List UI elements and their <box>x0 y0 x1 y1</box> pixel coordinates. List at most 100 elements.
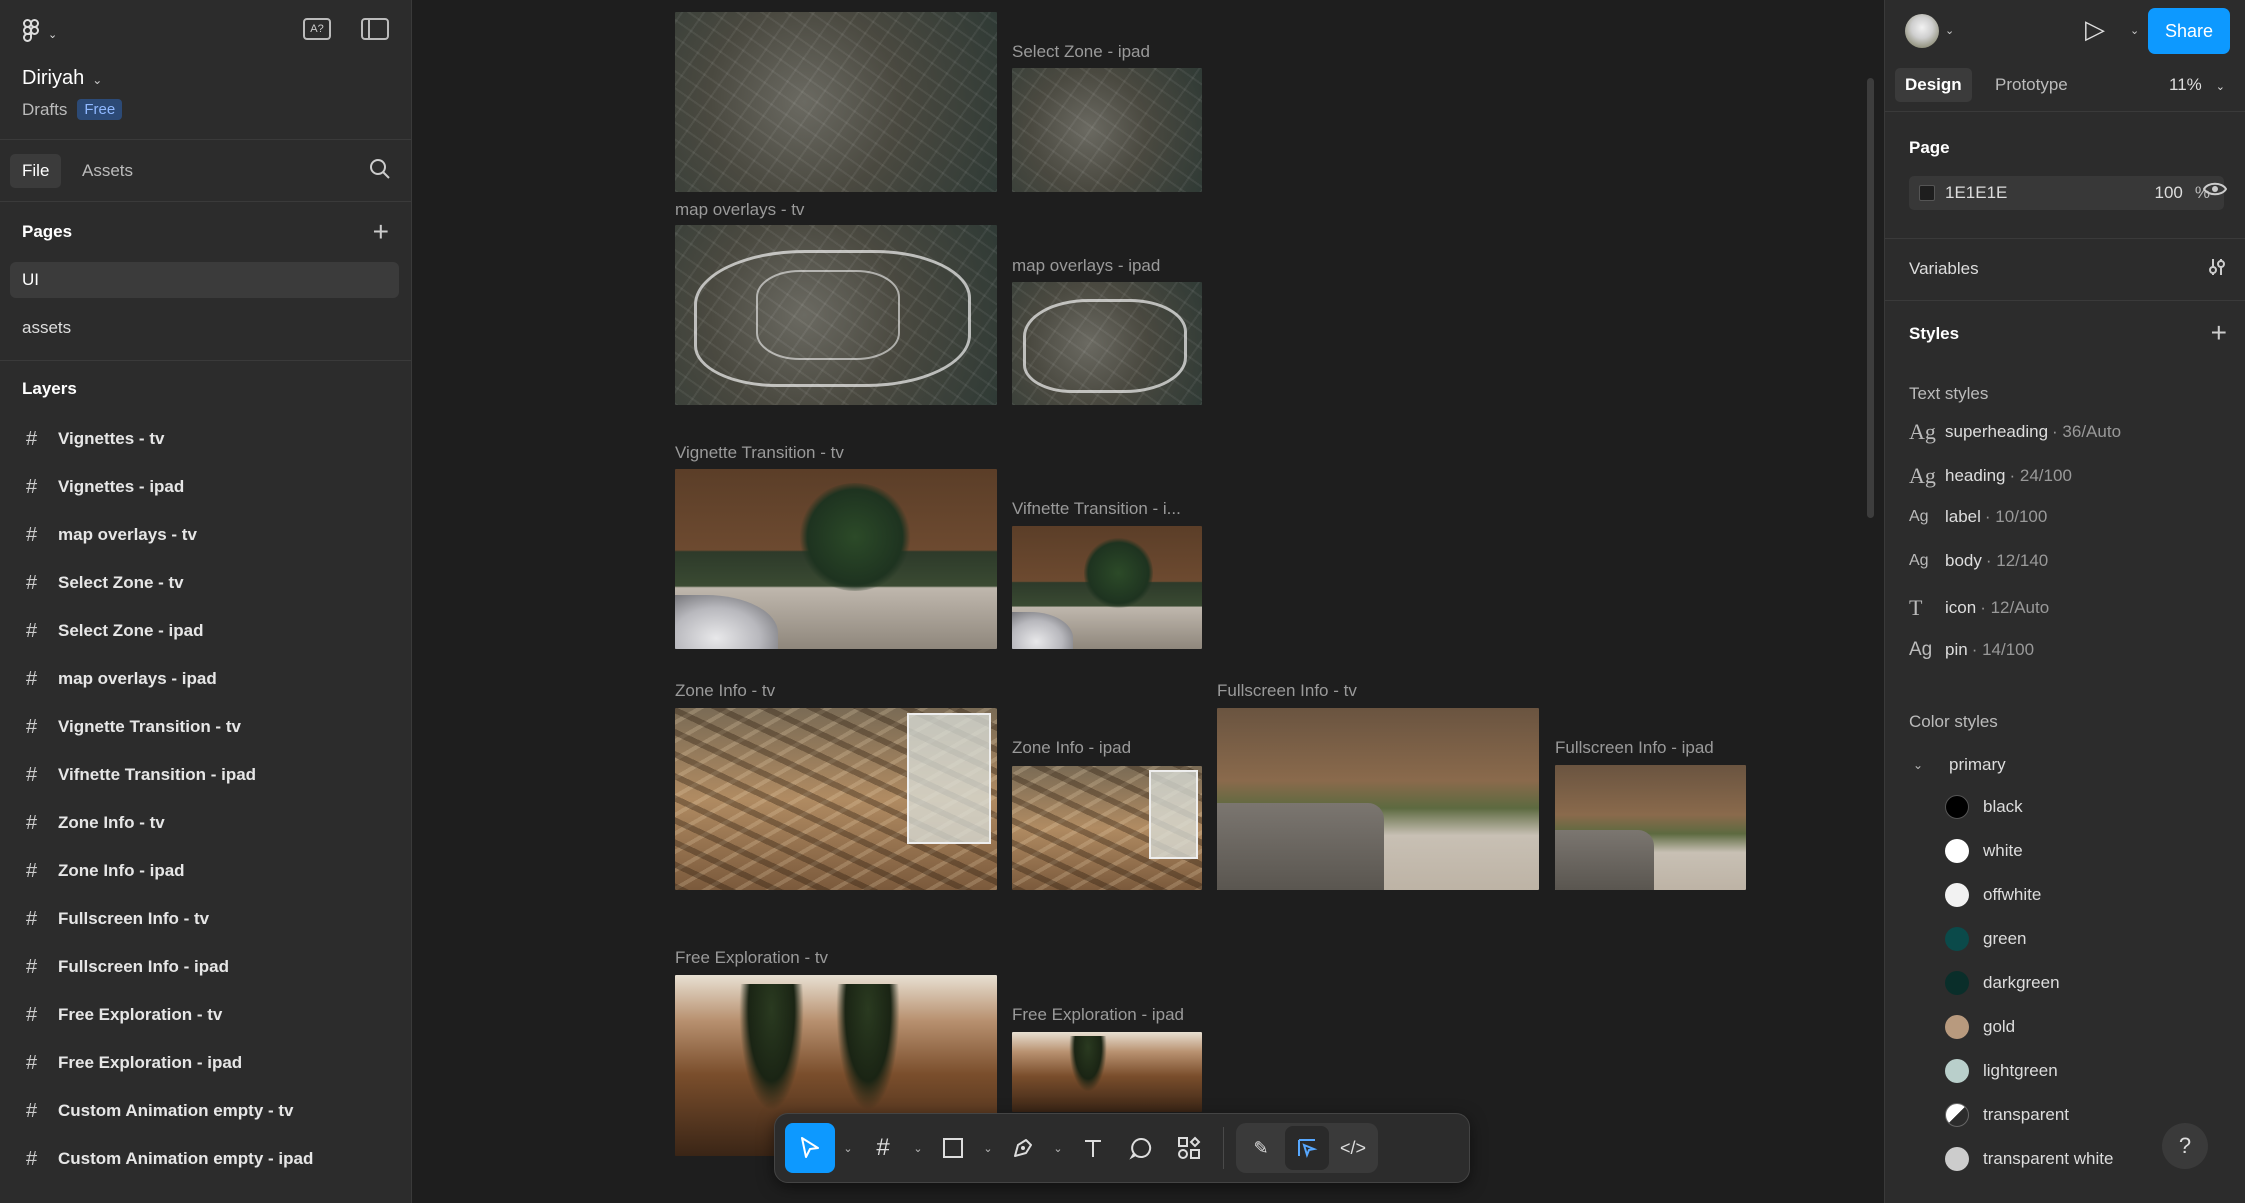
text-tool-button[interactable] <box>1071 1123 1115 1173</box>
pages-header: Pages + <box>0 202 411 262</box>
page-color-field[interactable]: 1E1E1E 100 % <box>1909 176 2224 210</box>
canvas-scrollbar[interactable] <box>1867 78 1874 518</box>
layer-item[interactable]: # Select Zone - ipad <box>0 607 411 655</box>
sidebar-toggle-icon[interactable] <box>361 18 389 40</box>
text-style-row[interactable]: Ag superheading · 36/Auto <box>1909 419 2121 445</box>
frame-map-overlays-ipad[interactable] <box>1012 282 1202 405</box>
comment-tool-button[interactable] <box>1119 1123 1163 1173</box>
variables-settings-icon[interactable] <box>2207 257 2227 282</box>
frame-vignette-tv[interactable] <box>675 469 997 649</box>
frame-label[interactable]: map overlays - ipad <box>1012 256 1160 276</box>
frame-zone-info-tv[interactable] <box>675 708 997 890</box>
tab-prototype[interactable]: Prototype <box>1985 68 2078 102</box>
layer-item[interactable]: # Custom Animation empty - tv <box>0 1087 411 1135</box>
frame-label[interactable]: Free Exploration - ipad <box>1012 1005 1184 1025</box>
move-tool-button[interactable] <box>785 1123 835 1173</box>
tab-assets[interactable]: Assets <box>70 154 145 188</box>
canvas[interactable]: Select Zone - ipad map overlays - tv map… <box>412 0 1884 1203</box>
help-button[interactable]: ? <box>2162 1123 2208 1169</box>
opacity-field[interactable]: 100 <box>2155 183 2183 203</box>
layer-item[interactable]: # Vignettes - tv <box>0 415 411 463</box>
layer-item[interactable]: # Zone Info - tv <box>0 799 411 847</box>
question-mark-icon: ? <box>2178 1133 2192 1158</box>
layer-item[interactable]: # Custom Animation empty - ipad <box>0 1135 411 1183</box>
layer-item[interactable]: # Fullscreen Info - ipad <box>0 943 411 991</box>
layer-item[interactable]: # Select Zone - tv <box>0 559 411 607</box>
frame-label[interactable]: Vifnette Transition - i... <box>1012 499 1181 519</box>
frame-fullscreen-tv[interactable] <box>1217 708 1539 890</box>
dev-mode-button[interactable]: </> <box>1331 1126 1375 1170</box>
frame-free-exploration-ipad[interactable] <box>1012 1032 1202 1112</box>
frame-label[interactable]: Select Zone - ipad <box>1012 42 1150 62</box>
present-play-icon[interactable]: ▷ <box>2085 14 2105 45</box>
color-style-row[interactable]: darkgreen <box>1945 971 2060 995</box>
frame-label[interactable]: Vignette Transition - tv <box>675 443 844 463</box>
frame-label[interactable]: Fullscreen Info - ipad <box>1555 738 1714 758</box>
ai-icon[interactable]: A? <box>303 18 331 40</box>
file-name[interactable]: Diriyah ⌄ <box>22 67 102 90</box>
actions-tool-button[interactable] <box>1167 1123 1211 1173</box>
frame-tool-button[interactable]: # <box>861 1123 905 1173</box>
chevron-down-icon[interactable]: ⌄ <box>1945 24 1954 37</box>
tab-file[interactable]: File <box>10 154 62 188</box>
color-group-row[interactable]: ⌄ primary <box>1913 755 2006 775</box>
chevron-down-icon[interactable]: ⌄ <box>979 1142 997 1155</box>
text-style-row[interactable]: Ag pin · 14/100 <box>1909 639 2034 661</box>
color-style-row[interactable]: offwhite <box>1945 883 2041 907</box>
share-button[interactable]: Share <box>2148 8 2230 54</box>
color-style-row[interactable]: transparent <box>1945 1103 2069 1127</box>
drafts-label[interactable]: Drafts <box>22 100 67 120</box>
color-swatch[interactable] <box>1919 185 1935 201</box>
design-mode-button[interactable] <box>1285 1126 1329 1170</box>
layer-item[interactable]: # Vifnette Transition - ipad <box>0 751 411 799</box>
frame-select-zone-tv[interactable] <box>675 12 997 192</box>
tab-design[interactable]: Design <box>1895 68 1972 102</box>
frame-label[interactable]: Fullscreen Info - tv <box>1217 681 1357 701</box>
layer-item[interactable]: # Free Exploration - tv <box>0 991 411 1039</box>
color-style-row[interactable]: transparent white <box>1945 1147 2113 1171</box>
frame-vignette-ipad[interactable] <box>1012 526 1202 649</box>
layer-item[interactable]: # Vignette Transition - tv <box>0 703 411 751</box>
frame-icon: # <box>876 1134 890 1161</box>
color-style-row[interactable]: black <box>1945 795 2023 819</box>
avatar[interactable] <box>1905 14 1939 48</box>
chevron-down-icon[interactable]: ⌄ <box>839 1142 857 1155</box>
text-style-row[interactable]: Ag heading · 24/100 <box>1909 463 2072 489</box>
frame-label[interactable]: map overlays - tv <box>675 200 804 220</box>
color-style-row[interactable]: white <box>1945 839 2023 863</box>
zoom-dropdown[interactable]: 11% ⌄ <box>2169 75 2225 95</box>
chevron-down-icon[interactable]: ⌄ <box>1049 1142 1067 1155</box>
pen-tool-button[interactable] <box>1001 1123 1045 1173</box>
text-style-row[interactable]: Ticon · 12/Auto <box>1909 595 2049 621</box>
search-icon[interactable] <box>369 158 391 185</box>
draw-mode-button[interactable]: ✎ <box>1239 1126 1283 1170</box>
frame-label[interactable]: Zone Info - ipad <box>1012 738 1131 758</box>
frame-fullscreen-ipad[interactable] <box>1555 765 1746 890</box>
frame-zone-info-ipad[interactable] <box>1012 766 1202 890</box>
layer-item[interactable]: # Fullscreen Info - tv <box>0 895 411 943</box>
color-style-row[interactable]: gold <box>1945 1015 2015 1039</box>
layer-item[interactable]: # Free Exploration - ipad <box>0 1039 411 1087</box>
color-style-row[interactable]: green <box>1945 927 2026 951</box>
variables-title[interactable]: Variables <box>1909 259 1979 279</box>
frame-map-overlays-tv[interactable] <box>675 225 997 405</box>
eye-icon[interactable] <box>2202 180 2228 204</box>
add-page-icon[interactable]: + <box>373 216 389 248</box>
layer-item[interactable]: # Zone Info - ipad <box>0 847 411 895</box>
page-item-ui[interactable]: UI <box>10 262 399 298</box>
color-style-row[interactable]: lightgreen <box>1945 1059 2058 1083</box>
layer-item[interactable]: # map overlays - tv <box>0 511 411 559</box>
chevron-down-icon[interactable]: ⌄ <box>2130 24 2139 37</box>
page-item-assets[interactable]: assets <box>10 310 399 346</box>
add-style-icon[interactable]: + <box>2211 317 2227 349</box>
text-style-row[interactable]: Ag label · 10/100 <box>1909 507 2047 527</box>
chevron-down-icon[interactable]: ⌄ <box>909 1142 927 1155</box>
frame-label[interactable]: Zone Info - tv <box>675 681 775 701</box>
frame-label[interactable]: Free Exploration - tv <box>675 948 828 968</box>
text-style-row[interactable]: Ag body · 12/140 <box>1909 551 2048 571</box>
layer-item[interactable]: # map overlays - ipad <box>0 655 411 703</box>
main-menu-button[interactable]: ⌄ <box>22 18 57 50</box>
shape-tool-button[interactable] <box>931 1123 975 1173</box>
layer-item[interactable]: # Vignettes - ipad <box>0 463 411 511</box>
frame-select-zone-ipad[interactable] <box>1012 68 1202 192</box>
